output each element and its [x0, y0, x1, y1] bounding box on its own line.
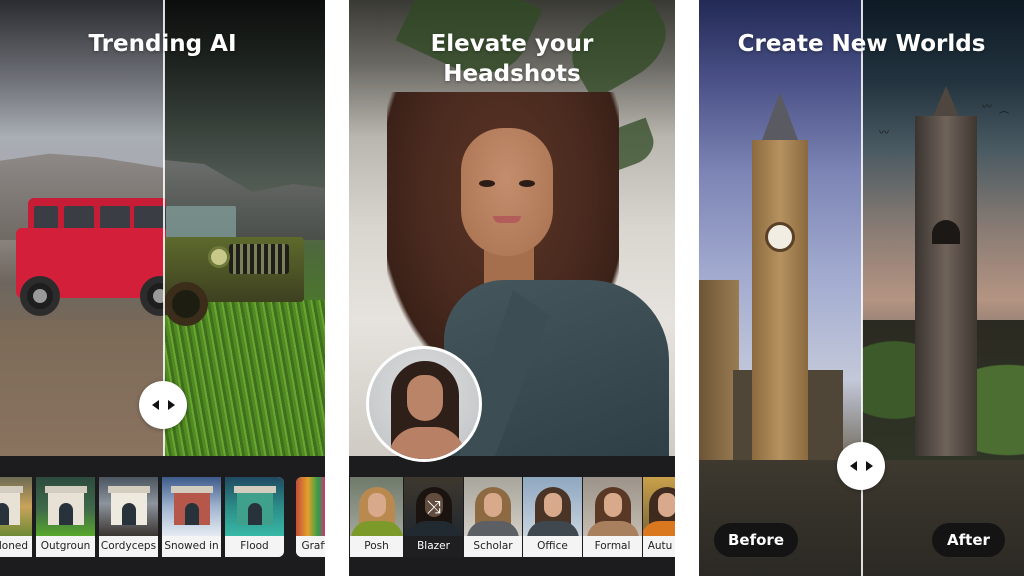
style-tile-selected[interactable]: ⤨ Blazer [404, 477, 463, 557]
style-tile[interactable]: Formal [583, 477, 642, 557]
trending-ai-panel: Trending AI ndoned Outgroun Cordyceps Sn… [0, 0, 325, 576]
comparison-slider-handle[interactable] [837, 442, 885, 490]
panel-title: Create New Worlds [737, 31, 986, 57]
bird: ⌒ [999, 112, 1009, 123]
before-label: Before [714, 523, 798, 557]
headshot-style-strip[interactable]: Posh ⤨ Blazer Scholar Office Formal Autu [350, 477, 675, 557]
style-tile[interactable]: Outgroun [36, 477, 95, 557]
style-tile[interactable]: Autu [643, 477, 675, 557]
style-tile[interactable]: Flood [225, 477, 284, 557]
original-photo-inset [366, 346, 482, 462]
bird: 〰 [879, 128, 889, 139]
style-tile[interactable]: Graffi [296, 477, 325, 557]
style-tile[interactable]: ndoned [0, 477, 32, 557]
after-label: After [932, 523, 1005, 557]
panel-title: Trending AI [88, 31, 237, 57]
red-jeep [16, 198, 180, 318]
style-tile[interactable]: Posh [350, 477, 403, 557]
clock-tower [752, 140, 808, 460]
arrow-left-icon [849, 461, 857, 471]
style-tile-strip[interactable]: ndoned Outgroun Cordyceps Snowed in Floo… [0, 477, 325, 557]
headshots-panel: Elevate your Headshots Posh ⤨ Blazer Sch… [349, 0, 675, 576]
dirt-road [0, 320, 164, 456]
face [461, 128, 553, 256]
ruined-clock-tower [915, 116, 977, 456]
arrow-right-icon [167, 400, 175, 410]
clock-face [765, 222, 795, 252]
style-tile[interactable]: Scholar [464, 477, 522, 557]
overgrown-jeep [164, 202, 314, 327]
new-worlds-panel: 〰 〰 ⌒ Create New Worlds Before After [699, 0, 1024, 576]
arrow-right-icon [865, 461, 873, 471]
arrow-left-icon [151, 400, 159, 410]
panel-title-line-2: Headshots [443, 61, 581, 87]
style-tile[interactable]: Cordyceps [99, 477, 158, 557]
shuffle-icon: ⤨ [426, 497, 441, 518]
bird: 〰 [982, 102, 992, 113]
panel-title-line-1: Elevate your [430, 31, 594, 57]
comparison-slider-handle[interactable] [139, 381, 187, 429]
style-tile[interactable]: Office [523, 477, 582, 557]
style-tile[interactable]: Snowed in [162, 477, 221, 557]
